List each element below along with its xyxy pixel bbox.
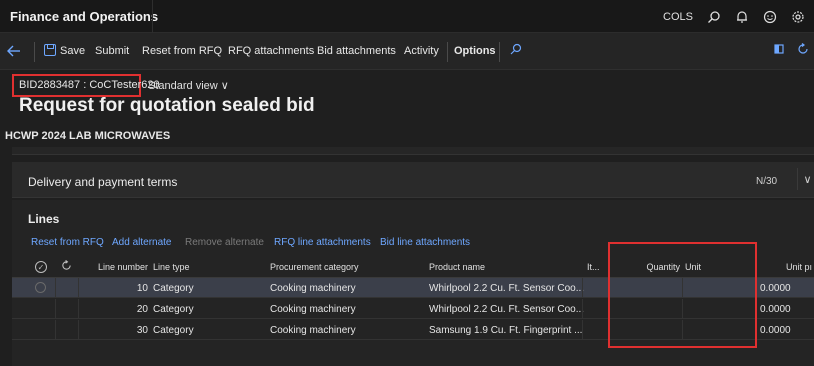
record-id: BID2883487 : CoCTester620 bbox=[19, 79, 160, 91]
bid-line-attachments-button[interactable]: Bid line attachments bbox=[380, 237, 470, 248]
fasttab-title: Delivery and payment terms bbox=[28, 175, 178, 189]
divider bbox=[78, 278, 79, 298]
submit-button[interactable]: Submit bbox=[95, 45, 129, 57]
cell-line-number[interactable]: 20 bbox=[90, 304, 148, 315]
back-arrow-icon[interactable] bbox=[6, 43, 22, 59]
cell-procurement-category[interactable]: Cooking machinery bbox=[270, 325, 356, 336]
reset-from-rfq-line-button[interactable]: Reset from RFQ bbox=[31, 237, 104, 248]
cell-product-name[interactable]: Whirlpool 2.2 Cu. Ft. Sensor Coo... bbox=[429, 283, 585, 294]
divider bbox=[55, 299, 56, 319]
cell-procurement-category[interactable]: Cooking machinery bbox=[270, 283, 356, 294]
top-nav-bar: Finance and Operations COLS bbox=[0, 0, 814, 33]
page-title: Request for quotation sealed bid bbox=[19, 95, 315, 116]
lines-title: Lines bbox=[28, 212, 60, 226]
payment-terms-summary: N/30 bbox=[756, 176, 778, 187]
divider bbox=[447, 42, 448, 62]
cell-procurement-category[interactable]: Cooking machinery bbox=[270, 304, 356, 315]
app-title[interactable]: Finance and Operations bbox=[10, 9, 158, 24]
divider bbox=[55, 278, 56, 298]
bell-icon[interactable] bbox=[733, 8, 751, 26]
remove-alternate-button[interactable]: Remove alternate bbox=[185, 237, 264, 248]
column-header-product-name[interactable]: Product name bbox=[429, 262, 485, 272]
column-header-item[interactable]: It... bbox=[587, 262, 600, 272]
divider bbox=[582, 278, 583, 298]
cell-line-type[interactable]: Category bbox=[153, 304, 194, 315]
column-header-line-number[interactable]: Line number bbox=[90, 262, 148, 272]
cell-product-name[interactable]: Samsung 1.9 Cu. Ft. Fingerprint ... bbox=[429, 325, 585, 336]
reset-from-rfq-button[interactable]: Reset from RFQ bbox=[142, 45, 222, 57]
search-icon[interactable] bbox=[510, 43, 522, 58]
search-icon[interactable] bbox=[705, 8, 723, 26]
divider bbox=[582, 320, 583, 340]
cell-unit-price[interactable]: 0.0000 bbox=[760, 283, 791, 294]
delivery-payment-fasttab[interactable]: Delivery and payment terms N/30 ∨ bbox=[12, 162, 814, 198]
divider bbox=[499, 42, 500, 62]
cell-line-number[interactable]: 30 bbox=[90, 325, 148, 336]
cell-line-type[interactable]: Category bbox=[153, 325, 194, 336]
page-subtitle: HCWP 2024 LAB MICROWAVES bbox=[5, 130, 171, 142]
company-picker[interactable]: COLS bbox=[663, 11, 693, 23]
column-header-procurement-category[interactable]: Procurement category bbox=[270, 262, 359, 272]
column-header-unit-price[interactable]: Unit pı bbox=[786, 262, 812, 272]
divider bbox=[152, 0, 153, 33]
divider bbox=[582, 299, 583, 319]
cell-product-name[interactable]: Whirlpool 2.2 Cu. Ft. Sensor Coo... bbox=[429, 304, 585, 315]
divider bbox=[55, 320, 56, 340]
rfq-line-attachments-button[interactable]: RFQ line attachments bbox=[274, 237, 371, 248]
cell-unit-price[interactable]: 0.0000 bbox=[760, 304, 791, 315]
add-alternate-button[interactable]: Add alternate bbox=[112, 237, 172, 248]
options-tab[interactable]: Options bbox=[454, 45, 496, 57]
rfq-attachments-button[interactable]: RFQ attachments bbox=[228, 45, 314, 57]
row-select-checkbox[interactable] bbox=[35, 282, 46, 293]
chevron-down-icon[interactable]: ∨ bbox=[797, 168, 814, 190]
smiley-icon[interactable] bbox=[761, 8, 779, 26]
divider bbox=[78, 299, 79, 319]
action-pane: Save Submit Reset from RFQ RFQ attachmen… bbox=[0, 33, 814, 70]
view-selector[interactable]: Standard view ∨ bbox=[148, 79, 229, 92]
cell-unit-price[interactable]: 0.0000 bbox=[760, 325, 791, 336]
cell-line-type[interactable]: Category bbox=[153, 283, 194, 294]
save-button[interactable]: Save bbox=[60, 45, 85, 57]
refresh-icon[interactable] bbox=[797, 43, 809, 58]
office-icon[interactable] bbox=[773, 43, 785, 58]
activity-tab[interactable]: Activity bbox=[404, 45, 439, 57]
bid-attachments-button[interactable]: Bid attachments bbox=[317, 45, 396, 57]
quantity-unit-highlight bbox=[608, 242, 757, 348]
save-icon[interactable] bbox=[44, 44, 56, 56]
collapsed-panel-edge bbox=[12, 147, 814, 155]
cell-line-number[interactable]: 10 bbox=[90, 283, 148, 294]
gear-icon[interactable] bbox=[789, 8, 807, 26]
column-header-line-type[interactable]: Line type bbox=[153, 262, 190, 272]
select-all-checkbox[interactable]: ✓ bbox=[35, 261, 47, 273]
divider bbox=[34, 42, 35, 62]
divider bbox=[78, 320, 79, 340]
refresh-icon[interactable] bbox=[61, 260, 72, 274]
